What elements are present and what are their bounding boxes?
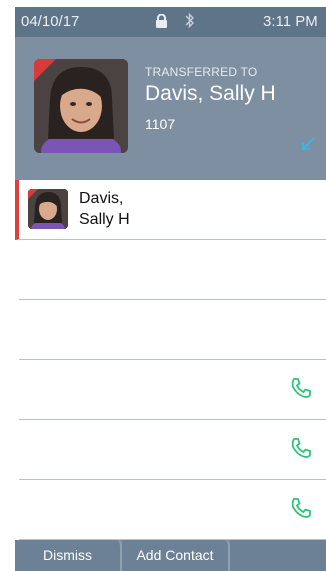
phone-icon[interactable] [289, 496, 313, 525]
add-contact-button[interactable]: Add Contact [122, 540, 230, 571]
transfer-name: Davis, Sally H [145, 82, 276, 105]
list-item[interactable] [19, 420, 326, 480]
list-item[interactable] [19, 300, 326, 360]
phone-icon[interactable] [289, 436, 313, 465]
lock-icon [155, 13, 168, 33]
list-item[interactable] [19, 360, 326, 420]
status-corner-indicator [28, 189, 38, 199]
status-date: 04/10/17 [21, 13, 80, 30]
list-item[interactable]: Davis, Sally H [15, 180, 326, 240]
transfer-label: TRANSFERRED TO [145, 65, 258, 79]
contact-last-name: Davis, [79, 190, 124, 207]
contact-first-name: Sally H [79, 211, 130, 228]
dismiss-button[interactable]: Dismiss [15, 540, 122, 571]
contact-name: Davis, Sally H [79, 188, 130, 230]
status-time: 3:11 PM [263, 13, 318, 30]
list-item[interactable] [19, 240, 326, 300]
phone-icon[interactable] [289, 376, 313, 405]
contact-photo-large [34, 59, 128, 153]
transfer-arrow-icon [300, 136, 316, 157]
bluetooth-icon [185, 12, 195, 33]
phone-screen: 04/10/17 3:11 PM TRANSFERRED TO Davis, S… [15, 7, 326, 571]
transfer-header: TRANSFERRED TO Davis, Sally H 1107 [15, 37, 326, 180]
transfer-extension: 1107 [145, 116, 176, 132]
contact-list: Davis, Sally H [15, 180, 326, 540]
list-item[interactable] [19, 480, 326, 540]
avatar [28, 189, 68, 229]
status-bar: 04/10/17 3:11 PM [15, 7, 326, 37]
bottom-action-bar: Dismiss Add Contact [15, 540, 326, 571]
empty-softkey[interactable] [230, 540, 326, 571]
status-corner-indicator [34, 59, 56, 81]
